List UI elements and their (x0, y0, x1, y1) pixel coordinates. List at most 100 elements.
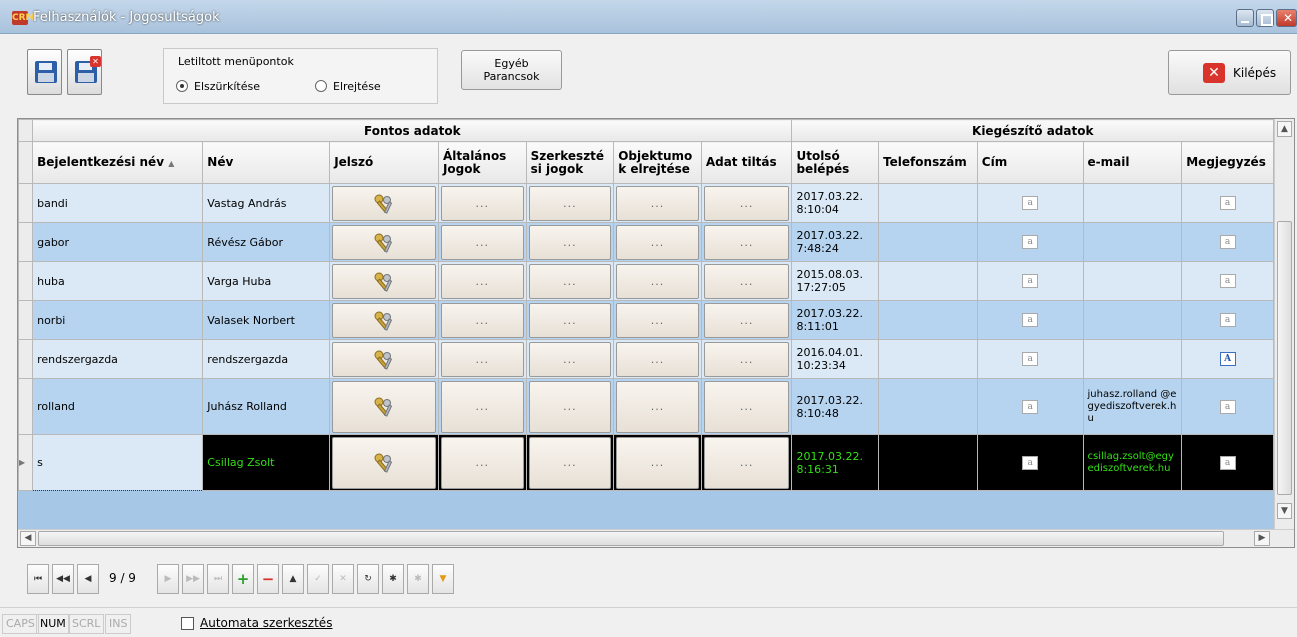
cell-address[interactable]: a (976, 378, 1084, 435)
close-window-button[interactable]: ✕ (1276, 9, 1297, 27)
cell-last-login[interactable]: 2017.03.22. 8:16:31 (791, 434, 880, 491)
col-phone[interactable]: Telefonszám (878, 141, 978, 184)
radio-gray-out[interactable]: Elszürkítése (176, 80, 260, 93)
objects-rights-button[interactable]: ... (616, 380, 699, 433)
memo-icon[interactable]: a (1219, 196, 1236, 210)
data-rights-button[interactable]: ... (703, 224, 790, 260)
cell-phone[interactable] (878, 300, 978, 340)
table-row[interactable]: huba Varga Huba............ 2015.08.03. 17… (18, 261, 1274, 301)
row-indicator[interactable] (18, 222, 34, 262)
save-button[interactable] (27, 49, 62, 95)
first-page-icon[interactable]: ⏮ (27, 564, 49, 594)
cell-general[interactable]: ... (437, 183, 527, 223)
objects-rights-button[interactable]: ... (616, 436, 699, 489)
data-rights-button[interactable]: ... (703, 380, 790, 433)
cell-last-login[interactable]: 2016.04.01. 10:23:34 (791, 339, 880, 379)
refresh-icon[interactable]: ↻ (357, 564, 379, 594)
cell-password[interactable] (329, 378, 439, 435)
cell-data[interactable]: ... (700, 183, 793, 223)
cell-password[interactable] (329, 339, 439, 379)
password-button[interactable] (332, 380, 436, 433)
memo-icon[interactable]: a (1219, 455, 1236, 470)
table-row[interactable]: norbi Valasek Norbert............ 2017.03.… (18, 300, 1274, 340)
cell-email[interactable]: csillag.zsolt@egyediszoftverek.hu (1082, 434, 1183, 491)
cell-email[interactable] (1082, 300, 1183, 340)
cell-general[interactable]: ... (437, 339, 527, 379)
col-password[interactable]: Jelszó (329, 141, 439, 184)
maximize-button[interactable] (1256, 9, 1274, 27)
delete-record-icon[interactable]: − (257, 564, 279, 594)
editor-rights-button[interactable]: ... (528, 341, 612, 377)
vertical-scroll-thumb[interactable] (1277, 221, 1292, 495)
col-general-rights[interactable]: Általános Jogok (437, 141, 527, 184)
editor-rights-button[interactable]: ... (528, 436, 612, 489)
save-close-button[interactable]: ✕ (67, 49, 102, 95)
col-login[interactable]: Bejelentkezési név ▲ (32, 141, 204, 184)
cell-email[interactable] (1082, 261, 1183, 301)
cell-general[interactable]: ... (437, 378, 527, 435)
cell-phone[interactable] (878, 378, 978, 435)
data-rights-button[interactable]: ... (703, 436, 790, 489)
cell-data[interactable]: ... (700, 300, 793, 340)
horizontal-scrollbar[interactable]: ◀ ▶ (18, 529, 1294, 547)
col-hide-objects[interactable]: Objektumok elrejtése (613, 141, 702, 184)
cell-data[interactable]: ... (700, 378, 793, 435)
auto-edit-checkbox[interactable] (181, 617, 194, 630)
cell-data[interactable]: ... (700, 222, 793, 262)
table-row[interactable]: ▶ s Csillag Zsolt............ 2017.03.22. 8… (18, 434, 1274, 491)
table-row[interactable]: rendszergazda rendszergazda............ 20… (18, 339, 1274, 379)
cell-address[interactable]: a (976, 261, 1084, 301)
col-note[interactable]: Megjegyzés (1181, 141, 1274, 184)
general-rights-button[interactable]: ... (440, 341, 524, 377)
memo-icon[interactable]: a (1022, 399, 1039, 414)
editor-rights-button[interactable]: ... (528, 224, 612, 260)
cell-editor[interactable]: ... (525, 222, 615, 262)
cell-email[interactable] (1082, 183, 1183, 223)
cell-password[interactable] (329, 183, 439, 223)
row-indicator[interactable]: ▶ (18, 434, 34, 491)
cell-login[interactable]: rendszergazda (32, 339, 204, 379)
table-row[interactable]: bandi Vastag András............ 2017.03.22… (18, 183, 1274, 223)
cell-address[interactable]: a (976, 183, 1084, 223)
edit-record-icon[interactable]: ▲ (282, 564, 304, 594)
cell-general[interactable]: ... (437, 261, 527, 301)
add-record-icon[interactable]: + (232, 564, 254, 594)
cell-email[interactable]: juhasz.rolland @egyediszoftverek.hu (1082, 378, 1183, 435)
password-button[interactable] (332, 302, 436, 338)
memo-icon[interactable]: a (1219, 399, 1236, 414)
minimize-button[interactable] (1236, 9, 1254, 27)
col-name[interactable]: Név (202, 141, 331, 184)
scroll-up-icon[interactable]: ▲ (1277, 121, 1292, 137)
data-rights-button[interactable]: ... (703, 263, 790, 299)
cell-email[interactable] (1082, 339, 1183, 379)
post-record-icon[interactable]: ✓ (307, 564, 329, 594)
exit-button[interactable]: ✕ Kilépés (1168, 50, 1291, 95)
cell-data[interactable]: ... (700, 434, 793, 491)
memo-icon[interactable]: a (1219, 235, 1236, 249)
memo-icon[interactable]: A (1219, 352, 1236, 366)
general-rights-button[interactable]: ... (440, 263, 524, 299)
cell-note[interactable]: a (1181, 300, 1274, 340)
col-last-login[interactable]: Utolsó belépés (791, 141, 880, 184)
password-button[interactable] (332, 185, 436, 221)
cell-objects[interactable]: ... (613, 378, 702, 435)
cell-objects[interactable]: ... (613, 183, 702, 223)
cell-last-login[interactable]: 2017.03.22. 8:11:01 (791, 300, 880, 340)
cell-last-login[interactable]: 2017.03.22. 7:48:24 (791, 222, 880, 262)
cell-login[interactable]: rolland (32, 378, 204, 435)
cell-editor[interactable]: ... (525, 300, 615, 340)
cell-general[interactable]: ... (437, 222, 527, 262)
row-indicator[interactable] (18, 339, 34, 379)
cell-password[interactable] (329, 222, 439, 262)
scroll-down-icon[interactable]: ▼ (1277, 503, 1292, 519)
cell-name[interactable]: Valasek Norbert (202, 300, 331, 340)
users-grid[interactable]: Fontos adatok Kiegészítő adatok Bejelent… (17, 118, 1295, 548)
cell-name[interactable]: Juhász Rolland (202, 378, 331, 435)
cell-note[interactable]: a (1181, 378, 1274, 435)
memo-icon[interactable]: a (1022, 313, 1039, 327)
row-indicator[interactable] (18, 183, 34, 223)
cell-phone[interactable] (878, 434, 978, 491)
memo-icon[interactable]: a (1219, 274, 1236, 288)
cell-general[interactable]: ... (437, 434, 527, 491)
cell-data[interactable]: ... (700, 261, 793, 301)
